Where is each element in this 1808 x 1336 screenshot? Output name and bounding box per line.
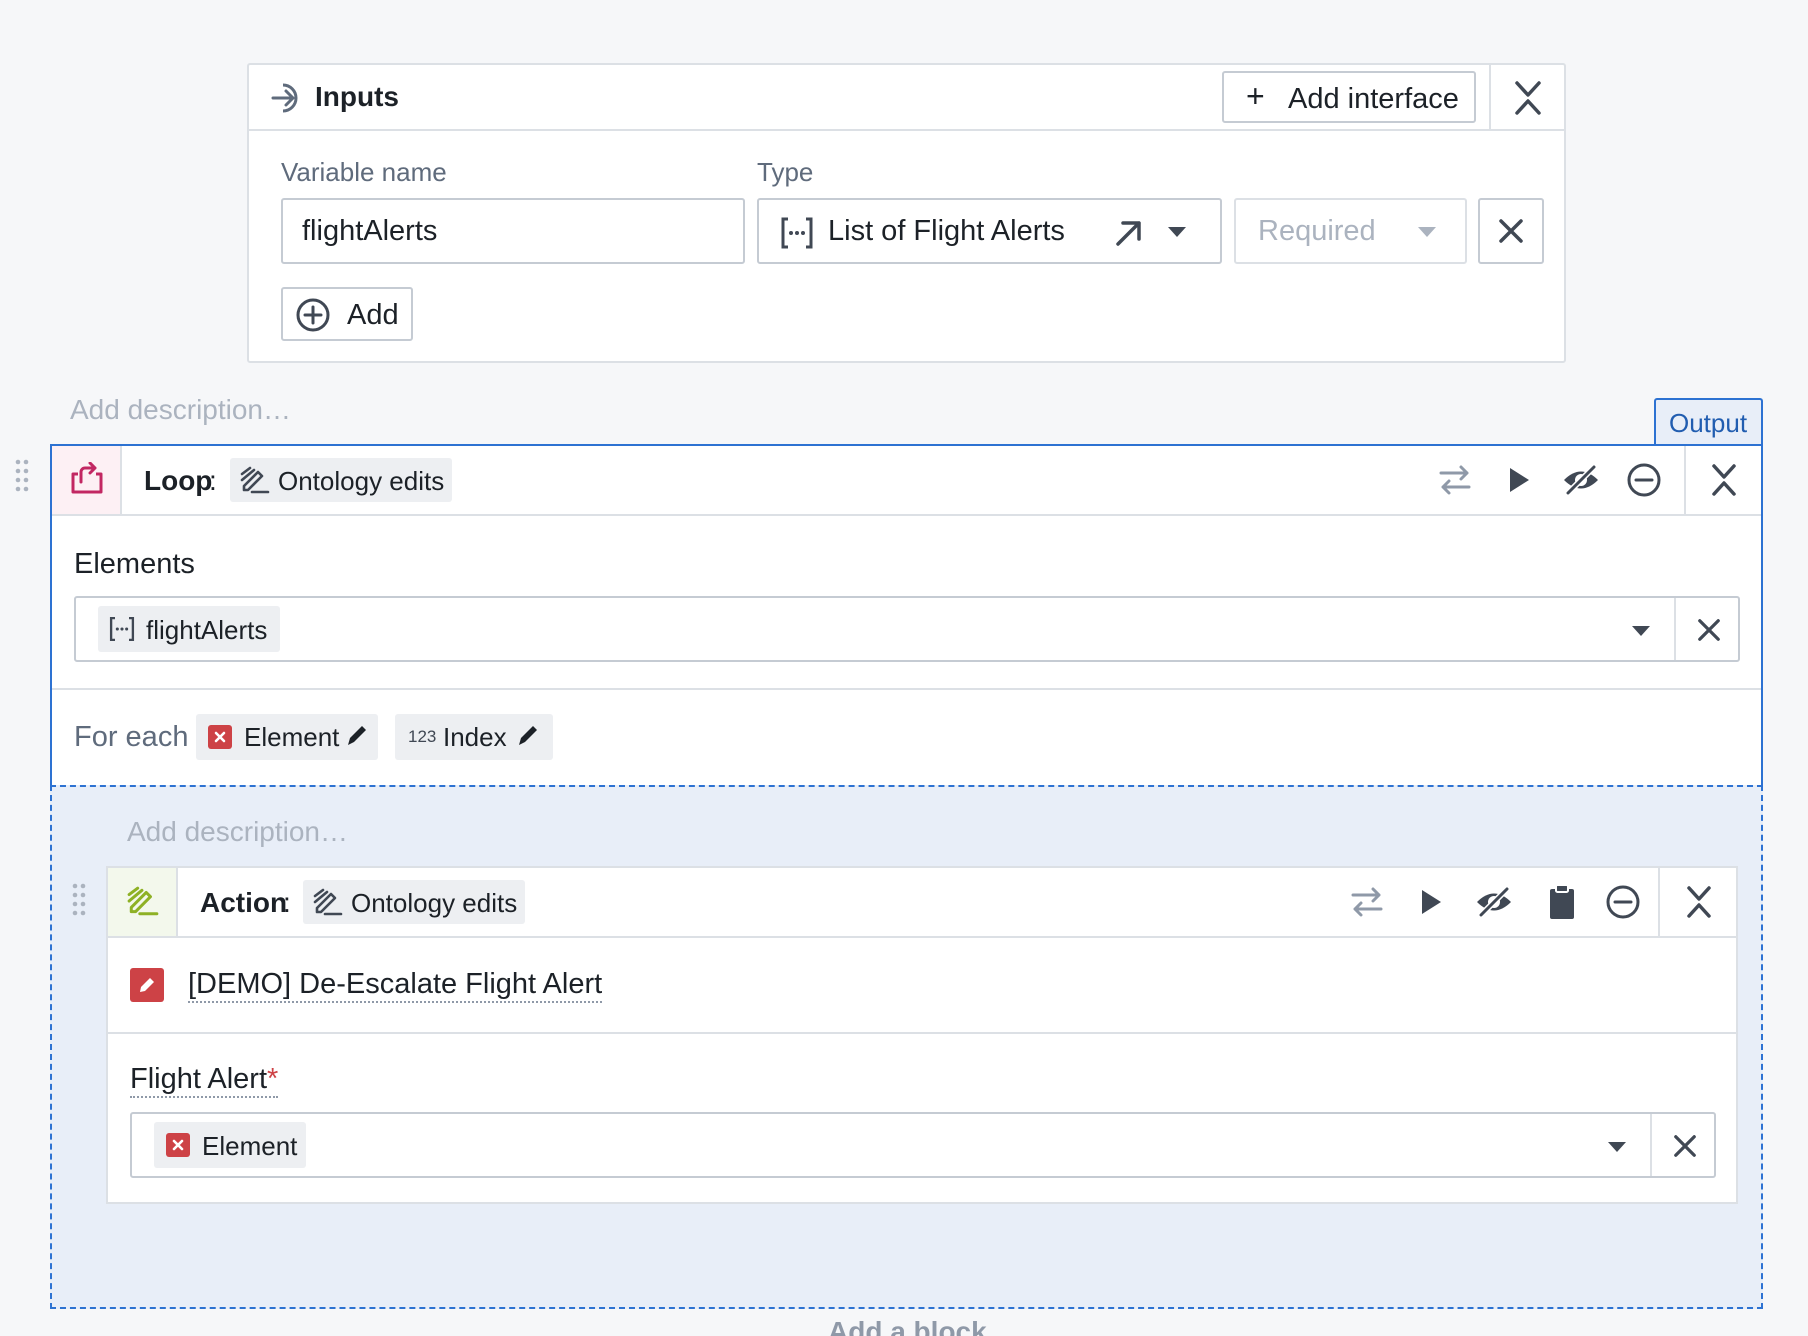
action-description-input[interactable]: Add description… bbox=[127, 816, 348, 848]
plus-circle-icon bbox=[295, 297, 331, 333]
flight-alert-select[interactable]: Element bbox=[130, 1112, 1716, 1178]
run-icon[interactable] bbox=[1411, 882, 1451, 922]
number-type-icon: 123 bbox=[408, 727, 437, 746]
eye-off-icon[interactable] bbox=[1474, 882, 1514, 922]
disable-icon[interactable] bbox=[1603, 882, 1643, 922]
remove-input-button[interactable] bbox=[1478, 198, 1544, 264]
open-link-arrow-icon[interactable] bbox=[1113, 217, 1145, 249]
action-header: Action : Ontology edits bbox=[108, 868, 1736, 938]
edit-pencil-icon[interactable] bbox=[344, 723, 368, 749]
close-icon[interactable] bbox=[1673, 1134, 1697, 1158]
loop-title: Loop bbox=[144, 465, 213, 496]
element-variable-tag[interactable]: Element bbox=[196, 714, 378, 760]
loop-icon-box bbox=[52, 446, 122, 514]
edit-pencil-icon[interactable] bbox=[515, 723, 539, 749]
loop-icon bbox=[69, 462, 105, 498]
caret-down-icon bbox=[1417, 226, 1437, 238]
inputs-title: Inputs bbox=[315, 81, 399, 112]
loop-header: Loop : Ontology edits bbox=[52, 446, 1761, 516]
list-type-icon bbox=[108, 615, 136, 643]
action-title: Action bbox=[200, 887, 288, 918]
collapse-icon[interactable] bbox=[1511, 79, 1545, 117]
action-icon-box bbox=[108, 868, 178, 936]
collapse-icon[interactable] bbox=[1704, 460, 1744, 500]
loop-tag-label: Ontology edits bbox=[278, 466, 445, 496]
add-interface-label: Add interface bbox=[1288, 83, 1459, 115]
swap-icon[interactable] bbox=[1347, 882, 1387, 922]
required-asterisk: * bbox=[267, 1063, 279, 1095]
type-value: List of Flight Alerts bbox=[828, 215, 1065, 247]
flight-alert-value: Element bbox=[202, 1131, 298, 1161]
flight-alert-value-tag: Element bbox=[154, 1122, 306, 1168]
ontology-edit-icon bbox=[240, 466, 270, 494]
action-tag-label: Ontology edits bbox=[351, 888, 518, 918]
list-type-icon bbox=[779, 215, 815, 251]
elements-value: flightAlerts bbox=[146, 615, 268, 645]
plus-icon: + bbox=[1246, 78, 1265, 114]
index-variable-label: Index bbox=[443, 722, 507, 752]
caret-down-icon bbox=[1607, 1141, 1627, 1153]
type-select[interactable]: List of Flight Alerts bbox=[757, 198, 1222, 264]
inputs-header: Inputs + Add interface bbox=[249, 65, 1564, 131]
required-select[interactable]: Required bbox=[1234, 198, 1467, 264]
element-type-icon bbox=[208, 725, 232, 749]
action-colon: : bbox=[283, 887, 291, 918]
element-type-icon bbox=[166, 1133, 190, 1157]
caret-down-icon[interactable] bbox=[1167, 226, 1187, 238]
clipboard-icon[interactable] bbox=[1542, 882, 1582, 922]
output-tab[interactable]: Output bbox=[1654, 398, 1763, 446]
add-block-button[interactable]: Add a block bbox=[828, 1316, 987, 1336]
variable-name-label: Variable name bbox=[281, 157, 447, 187]
ontology-edit-icon bbox=[313, 888, 343, 916]
required-placeholder: Required bbox=[1258, 215, 1376, 247]
elements-label: Elements bbox=[74, 548, 195, 580]
swap-icon[interactable] bbox=[1435, 460, 1475, 500]
collapse-icon[interactable] bbox=[1679, 882, 1719, 922]
flight-alert-label: Flight Alert* bbox=[130, 1063, 279, 1098]
add-interface-button[interactable]: + Add interface bbox=[1222, 71, 1476, 123]
index-variable-tag[interactable]: 123 Index bbox=[395, 714, 553, 760]
action-edit-icon bbox=[127, 886, 159, 916]
action-type-badge bbox=[130, 968, 164, 1002]
caret-down-icon bbox=[1631, 625, 1651, 637]
elements-value-tag: flightAlerts bbox=[98, 606, 280, 652]
elements-select[interactable]: flightAlerts bbox=[74, 596, 1740, 662]
loop-ontology-tag: Ontology edits bbox=[230, 458, 452, 502]
loop-description-input[interactable]: Add description… bbox=[70, 394, 291, 426]
drag-handle-icon[interactable] bbox=[14, 458, 30, 494]
loop-block: Loop : Ontology edits Elements flightAle… bbox=[50, 444, 1763, 786]
variable-name-input[interactable]: flightAlerts bbox=[281, 198, 745, 264]
element-variable-label: Element bbox=[244, 722, 340, 752]
loop-colon: : bbox=[209, 465, 217, 496]
inputs-panel: Inputs + Add interface Variable name Typ… bbox=[247, 63, 1566, 363]
eye-off-icon[interactable] bbox=[1561, 460, 1601, 500]
action-block: Action : Ontology edits [DEMO] De-Escala… bbox=[106, 866, 1738, 1204]
add-label: Add bbox=[347, 299, 399, 331]
close-icon bbox=[1498, 218, 1524, 244]
pencil-icon bbox=[140, 978, 154, 992]
for-each-label: For each bbox=[74, 721, 189, 753]
variable-name-value: flightAlerts bbox=[302, 215, 438, 247]
drag-handle-icon[interactable] bbox=[71, 882, 87, 918]
action-name[interactable]: [DEMO] De-Escalate Flight Alert bbox=[188, 968, 603, 1003]
disable-icon[interactable] bbox=[1624, 460, 1664, 500]
close-icon[interactable] bbox=[1697, 618, 1721, 642]
type-label: Type bbox=[757, 157, 814, 187]
flight-alert-label-text: Flight Alert bbox=[130, 1063, 267, 1095]
add-input-button[interactable]: Add bbox=[281, 287, 413, 341]
output-label: Output bbox=[1669, 408, 1748, 438]
action-ontology-tag: Ontology edits bbox=[303, 880, 525, 924]
input-arrow-icon bbox=[269, 79, 307, 117]
run-icon[interactable] bbox=[1499, 460, 1539, 500]
